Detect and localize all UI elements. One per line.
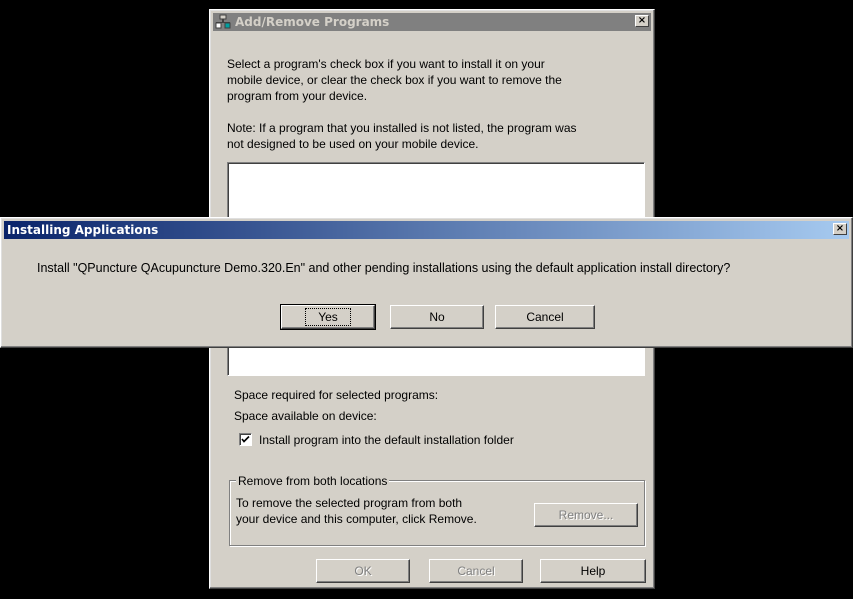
default-folder-label[interactable]: Install program into the default install…: [259, 432, 514, 448]
installing-title: Installing Applications: [7, 223, 159, 237]
default-folder-checkbox[interactable]: [239, 433, 252, 446]
instructions-line-1: Select a program's check box if you want…: [227, 57, 545, 71]
checkmark-icon: [241, 435, 250, 443]
add-remove-title: Add/Remove Programs: [235, 15, 390, 29]
add-remove-close-button[interactable]: ×: [635, 15, 649, 27]
remove-text-line-1: To remove the selected program from both: [236, 496, 463, 510]
ok-button[interactable]: OK: [316, 559, 410, 583]
yes-button[interactable]: Yes: [280, 304, 376, 330]
installing-close-button[interactable]: ×: [833, 223, 847, 235]
remove-button[interactable]: Remove...: [534, 503, 638, 527]
remove-text-line-2: your device and this computer, click Rem…: [236, 512, 477, 526]
close-icon: ×: [637, 15, 647, 26]
installing-titlebar[interactable]: Installing Applications ×: [4, 221, 849, 239]
cancel-button[interactable]: Cancel: [429, 559, 523, 583]
remove-groupbox: Remove from both locations To remove the…: [229, 473, 645, 546]
note-line-1: Note: If a program that you installed is…: [227, 121, 577, 135]
install-message: Install "QPuncture QAcupuncture Demo.320…: [37, 261, 731, 275]
no-button[interactable]: No: [390, 305, 484, 329]
installing-applications-dialog: Installing Applications × Install "QPunc…: [0, 217, 853, 348]
space-available-label: Space available on device:: [234, 409, 377, 423]
close-icon: ×: [835, 223, 845, 234]
cancel-install-button[interactable]: Cancel: [495, 305, 595, 329]
programs-icon: [215, 14, 231, 29]
note-line-2: not designed to be used on your mobile d…: [227, 137, 479, 151]
remove-group-label: Remove from both locations: [236, 473, 390, 489]
space-required-label: Space required for selected programs:: [234, 388, 439, 402]
help-button[interactable]: Help: [540, 559, 646, 583]
instructions-line-2: mobile device, or clear the check box if…: [227, 73, 562, 87]
add-remove-titlebar[interactable]: Add/Remove Programs ×: [213, 13, 651, 31]
instructions-line-3: program from your device.: [227, 89, 368, 103]
